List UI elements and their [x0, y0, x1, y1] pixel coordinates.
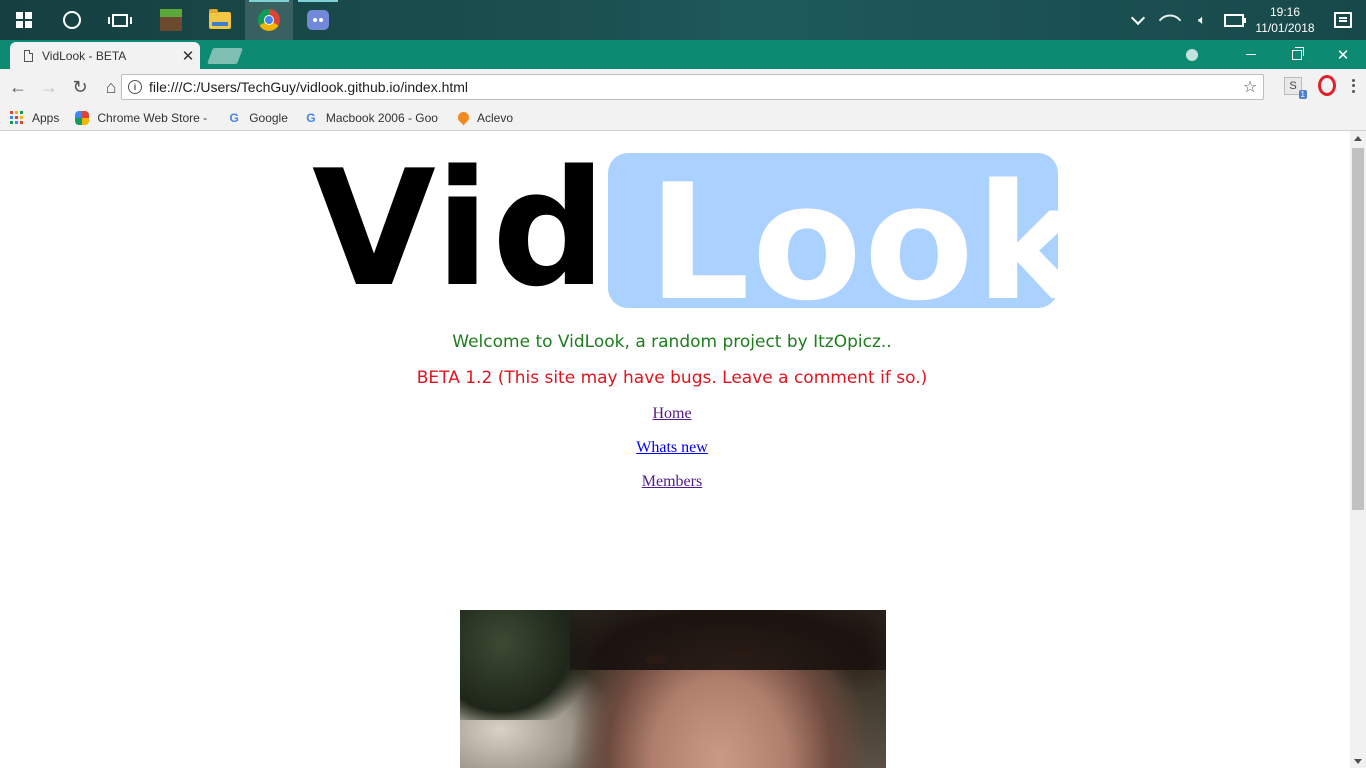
profile-icon[interactable]	[1186, 48, 1198, 61]
task-view-icon	[108, 13, 132, 27]
google-icon: G	[306, 110, 316, 125]
bookmark-macbook-2006[interactable]: G Macbook 2006 - Goo	[304, 111, 438, 125]
scroll-down-arrow-icon[interactable]	[1354, 759, 1362, 764]
back-arrow-icon: ←	[9, 76, 27, 97]
discord-icon	[307, 10, 329, 30]
logo-vid-text: Vid	[312, 135, 609, 322]
taskbar-app-file-explorer[interactable]	[196, 0, 244, 40]
restore-icon	[1292, 46, 1304, 60]
forward-arrow-icon: →	[40, 76, 58, 97]
browser-titlebar: VidLook - BETA ✕ ✕	[0, 40, 1366, 69]
windows-taskbar: 🔈︎ 19:16 11/01/2018	[0, 0, 1366, 40]
task-view-button[interactable]	[96, 0, 144, 40]
reload-button[interactable]: ↻	[66, 73, 94, 101]
extension-letter: S	[1289, 79, 1297, 92]
tab-vidlook[interactable]: VidLook - BETA ✕	[10, 42, 200, 69]
battery-icon	[1224, 13, 1246, 27]
bookmark-apps[interactable]: Apps	[10, 111, 59, 125]
wifi-icon	[1158, 8, 1182, 32]
nav-link-home-wrapper: Home	[0, 405, 1344, 423]
cortana-icon	[63, 11, 81, 29]
cortana-button[interactable]	[48, 0, 96, 40]
bookmark-label: Aclevo	[476, 110, 513, 125]
new-tab-button[interactable]	[207, 48, 243, 64]
chevron-up-icon	[1130, 10, 1146, 26]
windows-logo-icon	[16, 12, 32, 28]
clock[interactable]: 19:16 11/01/2018	[1250, 4, 1320, 36]
bookmark-label: Google	[249, 110, 288, 125]
page-scrollbar[interactable]	[1350, 131, 1366, 768]
bookmark-label: Chrome Web Store -	[97, 110, 208, 125]
nav-link-whats-new[interactable]: Whats new	[636, 439, 708, 456]
notification-icon	[1334, 12, 1352, 28]
minimize-button[interactable]	[1228, 40, 1274, 69]
tab-close-icon[interactable]: ✕	[176, 47, 200, 65]
nav-link-whats-new-wrapper: Whats new	[0, 439, 1344, 457]
video-thumbnail[interactable]	[460, 610, 886, 768]
tab-title: VidLook - BETA	[42, 48, 127, 63]
welcome-message: Welcome to VidLook, a random project by …	[452, 332, 892, 352]
bookmark-chrome-web-store[interactable]: Chrome Web Store -	[75, 110, 208, 125]
bookmark-label: Macbook 2006 - Goo	[325, 110, 438, 125]
info-icon[interactable]: i	[128, 80, 142, 94]
close-icon: ✕	[1336, 46, 1350, 64]
minecraft-icon	[160, 9, 182, 31]
show-hidden-icons-button[interactable]	[1122, 0, 1154, 40]
speaker-icon: 🔈︎	[1198, 12, 1206, 27]
taskbar-app-minecraft[interactable]	[147, 0, 195, 40]
reload-icon: ↻	[72, 76, 88, 97]
taskbar-app-discord[interactable]	[294, 0, 342, 40]
person-eye-left	[645, 655, 667, 664]
minimize-icon	[1246, 54, 1256, 55]
system-tray: 🔈︎ 19:16 11/01/2018	[1122, 0, 1366, 40]
clock-date: 11/01/2018	[1255, 21, 1315, 35]
page-viewport: Vid Look Welcome to VidLook, a random pr…	[0, 131, 1350, 768]
document-icon	[24, 49, 33, 62]
restore-button[interactable]	[1274, 40, 1320, 69]
forward-button[interactable]: →	[35, 73, 63, 101]
logo-look-text: Look	[648, 149, 1085, 336]
person-hair	[570, 610, 886, 670]
close-window-button[interactable]: ✕	[1320, 40, 1366, 69]
taskbar-app-chrome[interactable]	[245, 0, 293, 40]
chrome-web-store-icon	[75, 110, 90, 125]
scroll-up-arrow-icon[interactable]	[1354, 136, 1362, 141]
address-bar[interactable]: i file:///C:/Users/TechGuy/vidlook.githu…	[121, 74, 1264, 100]
folder-icon	[209, 8, 231, 29]
nav-link-members-wrapper: Members	[0, 473, 1344, 491]
extension-badge: 1	[1298, 89, 1307, 99]
action-center-button[interactable]	[1320, 0, 1366, 40]
volume-button[interactable]: 🔈︎	[1186, 0, 1218, 40]
bookmark-aclevo[interactable]: Aclevo	[455, 109, 513, 126]
bookmark-label: Apps	[32, 110, 60, 125]
clock-time: 19:16	[1269, 5, 1301, 19]
person-eye-right	[728, 650, 750, 659]
extensions-area: S1	[1284, 75, 1358, 99]
browser-toolbar: ← → ↻ ⌂ i file:///C:/Users/TechGuy/vidlo…	[0, 69, 1366, 105]
home-icon: ⌂	[105, 76, 117, 97]
opera-icon[interactable]	[1318, 75, 1336, 96]
menu-kebab-icon[interactable]	[1352, 78, 1356, 93]
nav-link-members[interactable]: Members	[642, 473, 702, 490]
start-button[interactable]	[0, 0, 48, 40]
bookmark-google[interactable]: G Google	[227, 111, 288, 125]
battery-button[interactable]	[1218, 0, 1250, 40]
bookmark-star-icon[interactable]: ☆	[1237, 77, 1263, 97]
bookmarks-bar: Apps Chrome Web Store - G Google G Macbo…	[0, 105, 1366, 131]
aclevo-icon	[455, 109, 472, 126]
window-controls: ✕	[1186, 40, 1366, 69]
nav-link-home[interactable]: Home	[652, 405, 691, 422]
beta-notice: BETA 1.2 (This site may have bugs. Leave…	[416, 368, 928, 388]
extension-s-icon[interactable]: S1	[1284, 76, 1307, 99]
apps-grid-icon	[10, 111, 23, 124]
back-button[interactable]: ←	[4, 73, 32, 101]
url-text[interactable]: file:///C:/Users/TechGuy/vidlook.github.…	[149, 79, 1237, 95]
scrollbar-thumb[interactable]	[1352, 148, 1364, 510]
google-icon: G	[229, 110, 239, 125]
network-button[interactable]	[1154, 0, 1186, 40]
chrome-icon	[258, 9, 280, 31]
